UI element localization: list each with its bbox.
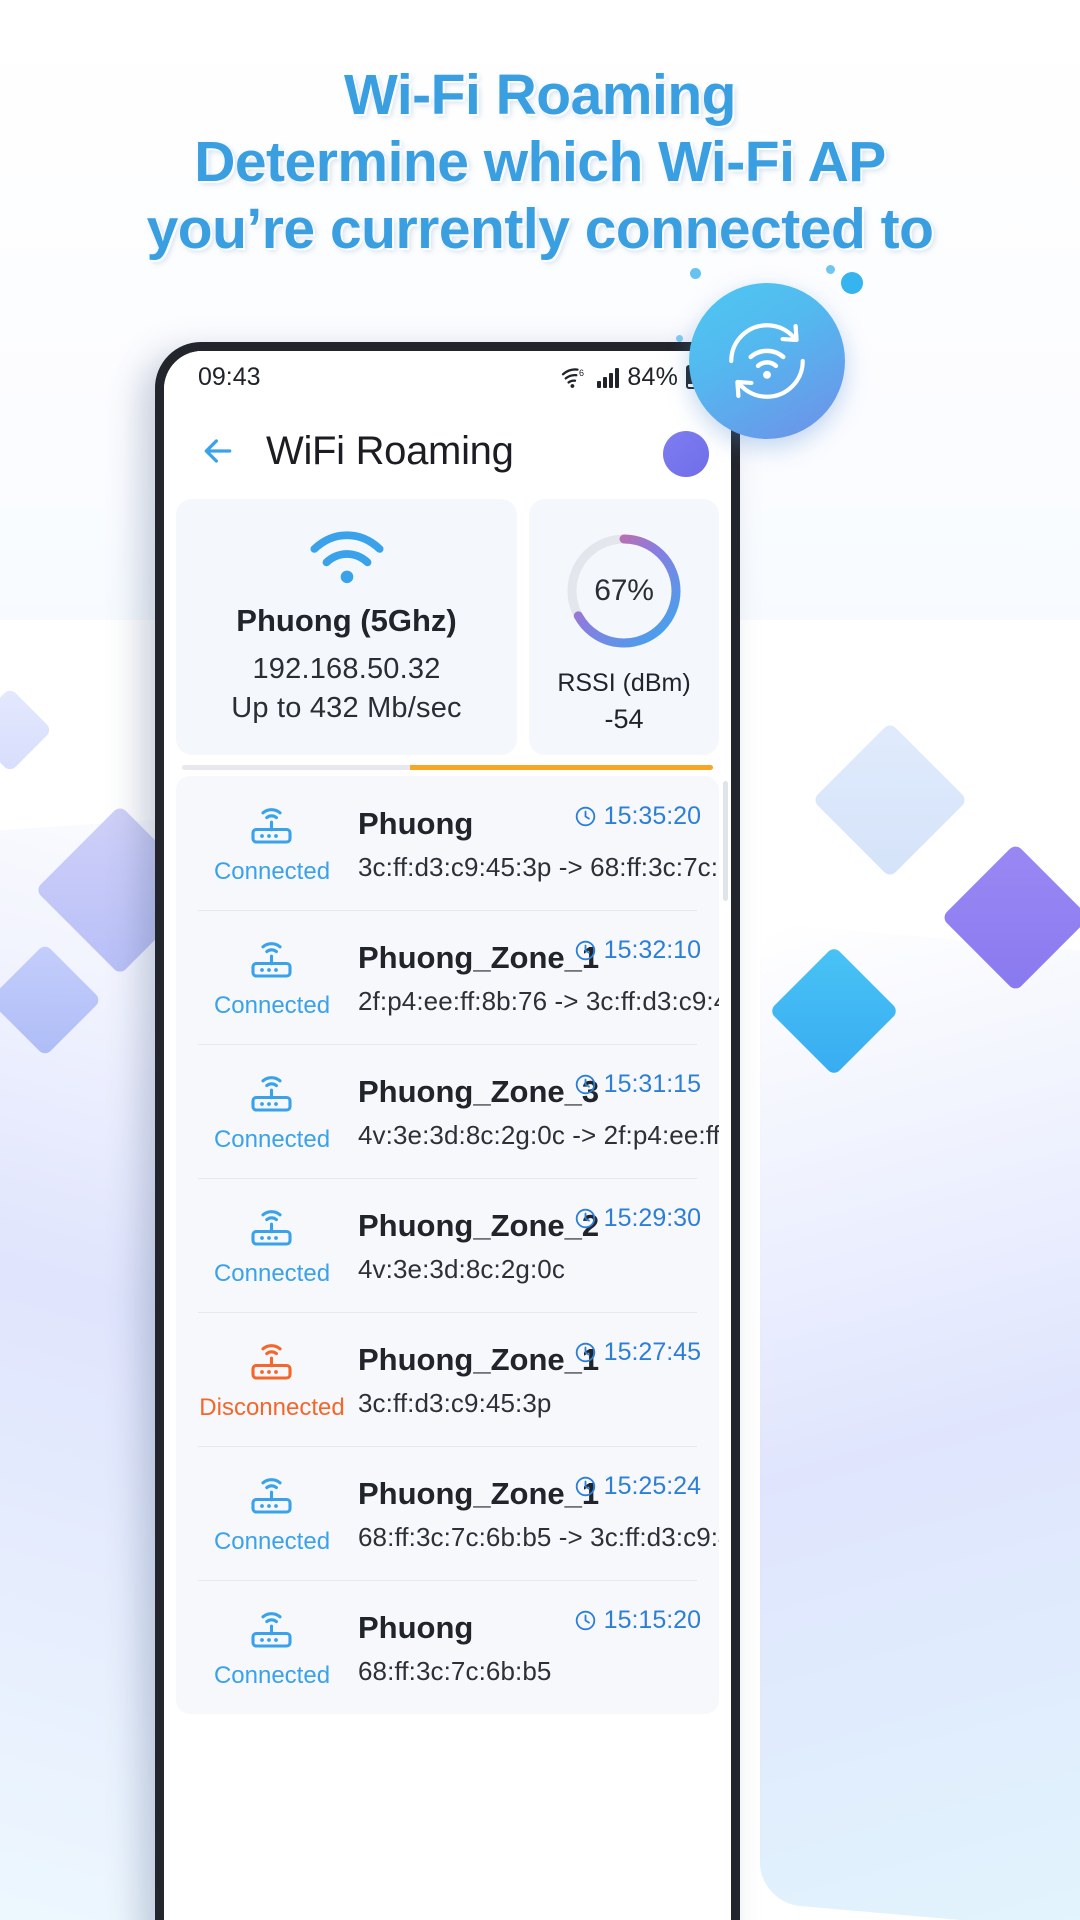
list-item-bssid-transition: 4v:3e:3d:8c:2g:0c — [358, 1254, 565, 1284]
wifi-ssid: Phuong (5Ghz) — [236, 603, 457, 638]
progress-strip-track — [182, 765, 411, 770]
back-arrow-icon[interactable] — [198, 431, 238, 471]
rssi-label: RSSI (dBm) — [557, 669, 691, 697]
roaming-list-item[interactable]: Connected Phuong_Zone_1 2f:p4:ee:ff:8b:7… — [176, 910, 719, 1044]
list-item-time: 15:32:10 — [574, 936, 701, 965]
connection-status-label: Connected — [213, 1260, 331, 1287]
roaming-list-item[interactable]: Connected Phuong_Zone_3 4v:3e:3d:8c:2g:0… — [176, 1044, 719, 1178]
promo-headline: Wi-Fi Roaming Determine which Wi-Fi AP y… — [0, 62, 1080, 263]
background-shape-right — [760, 922, 1080, 1920]
list-item-status: Connected — [186, 1204, 358, 1288]
list-item-timestamp: 15:32:10 — [603, 936, 701, 964]
clock-icon — [575, 1476, 595, 1497]
list-item-status: Connected — [186, 936, 358, 1020]
wifi-6-icon: 6 — [562, 368, 584, 388]
svg-text:6: 6 — [579, 368, 584, 378]
clock-icon — [575, 1342, 595, 1363]
router-icon — [251, 808, 292, 844]
roaming-list-item[interactable]: Connected Phuong 3c:ff:d3:c9:45:3p -> 68… — [176, 776, 719, 910]
list-item-timestamp: 15:15:20 — [603, 1606, 701, 1634]
rssi-percent: 67% — [594, 574, 654, 607]
rssi-card[interactable]: 67% RSSI (dBm) -54 — [529, 499, 719, 755]
wifi-link-rate: Up to 432 Mb/sec — [231, 692, 462, 724]
list-item-bssid-transition: 2f:p4:ee:ff:8b:76 -> 3c:ff:d3:c9:45:3p — [358, 986, 719, 1016]
list-item-timestamp: 15:27:45 — [603, 1338, 701, 1366]
list-item-timestamp: 15:31:15 — [603, 1070, 701, 1098]
rssi-value: -54 — [604, 704, 644, 734]
list-item-status: Connected — [186, 1472, 358, 1556]
page-title: WiFi Roaming — [266, 428, 514, 473]
list-item-status: Connected — [186, 1070, 358, 1154]
list-item-bssid-transition: 4v:3e:3d:8c:2g:0c -> 2f:p4:ee:ff:8b:76 — [358, 1120, 719, 1150]
list-item-time: 15:29:30 — [574, 1204, 701, 1233]
router-icon — [251, 1478, 292, 1514]
router-icon — [251, 942, 292, 978]
connection-status-label: Connected — [213, 992, 331, 1019]
list-item-time: 15:35:20 — [574, 802, 701, 831]
decorative-diamond — [812, 722, 968, 878]
cellular-signal-icon — [597, 366, 620, 388]
clock-icon — [575, 1610, 595, 1631]
decorative-dot — [826, 265, 835, 274]
connection-status-label: Connected — [213, 1662, 331, 1689]
status-bar-clock: 09:43 — [198, 362, 261, 391]
roaming-list-item[interactable]: Connected Phuong_Zone_2 4v:3e:3d:8c:2g:0… — [176, 1178, 719, 1312]
list-item-bssid-transition: 3c:ff:d3:c9:45:3p -> 68:ff:3c:7c:6b:b5 — [358, 852, 719, 882]
status-bar-indicators: 6 84% — [561, 362, 701, 392]
list-item-status: Connected — [186, 802, 358, 886]
router-icon — [251, 1076, 292, 1112]
progress-strip — [182, 765, 713, 770]
phone-screen: 09:43 6 84% WiFi Roaming Phuong (5Ghz) 1… — [164, 351, 731, 1920]
app-bar: WiFi Roaming — [164, 403, 731, 499]
summary-cards: Phuong (5Ghz) 192.168.50.32 Up to 432 Mb… — [164, 499, 731, 755]
clock-icon — [575, 1208, 595, 1229]
headline-line-3: you’re currently connected to — [146, 197, 934, 261]
list-item-time: 15:25:24 — [574, 1472, 701, 1501]
list-item-bssid-transition: 3c:ff:d3:c9:45:3p — [358, 1388, 552, 1418]
progress-strip-fill — [410, 765, 713, 770]
wifi-roaming-badge — [689, 283, 845, 439]
phone-mockup: 09:43 6 84% WiFi Roaming Phuong (5Ghz) 1… — [155, 342, 740, 1920]
clock-icon — [575, 1074, 595, 1095]
list-item-bssid-transition: 68:ff:3c:7c:6b:b5 — [358, 1656, 552, 1686]
wifi-ip-address: 192.168.50.32 — [252, 653, 441, 685]
clock-icon — [575, 806, 595, 827]
scrollbar[interactable] — [723, 781, 728, 901]
list-item-timestamp: 15:25:24 — [603, 1472, 701, 1500]
battery-percent-label: 84% — [627, 362, 678, 391]
roaming-list-item[interactable]: Connected Phuong_Zone_1 68:ff:3c:7c:6b:b… — [176, 1446, 719, 1580]
decorative-dot — [676, 335, 683, 342]
clock-icon — [575, 940, 595, 961]
connection-status-label: Connected — [213, 858, 331, 885]
headline-line-1: Wi-Fi Roaming — [344, 63, 736, 127]
router-icon — [251, 1612, 292, 1648]
list-item-timestamp: 15:29:30 — [603, 1204, 701, 1232]
roaming-list-item[interactable]: Disconnected Phuong_Zone_1 3c:ff:d3:c9:4… — [176, 1312, 719, 1446]
status-bar: 09:43 6 84% — [164, 351, 731, 403]
connection-status-label: Disconnected — [199, 1394, 345, 1421]
connection-status-label: Connected — [213, 1528, 331, 1555]
roaming-list-item[interactable]: Connected Phuong 68:ff:3c:7c:6b:b5 15:15… — [176, 1580, 719, 1714]
list-item-timestamp: 15:35:20 — [603, 802, 701, 830]
list-item-time: 15:27:45 — [574, 1338, 701, 1367]
wifi-roaming-refresh-icon — [729, 323, 805, 399]
list-item-status: Disconnected — [186, 1338, 358, 1422]
router-icon — [251, 1210, 292, 1246]
wifi-icon — [310, 531, 383, 584]
avatar[interactable] — [663, 431, 709, 477]
connection-status-label: Connected — [213, 1126, 331, 1153]
rssi-gauge: 67% — [558, 525, 690, 657]
list-item-time: 15:15:20 — [574, 1606, 701, 1635]
router-icon — [251, 1344, 292, 1380]
current-wifi-card[interactable]: Phuong (5Ghz) 192.168.50.32 Up to 432 Mb… — [176, 499, 517, 755]
decorative-dot — [690, 268, 701, 279]
roaming-event-list: Connected Phuong 3c:ff:d3:c9:45:3p -> 68… — [176, 776, 719, 1714]
decorative-diamond — [0, 687, 53, 773]
decorative-dot — [841, 272, 863, 294]
list-item-bssid-transition: 68:ff:3c:7c:6b:b5 -> 3c:ff:d3:c9:45:3p — [358, 1522, 719, 1552]
headline-line-2: Determine which Wi-Fi AP — [194, 130, 886, 194]
list-item-status: Connected — [186, 1606, 358, 1690]
list-item-time: 15:31:15 — [574, 1070, 701, 1099]
